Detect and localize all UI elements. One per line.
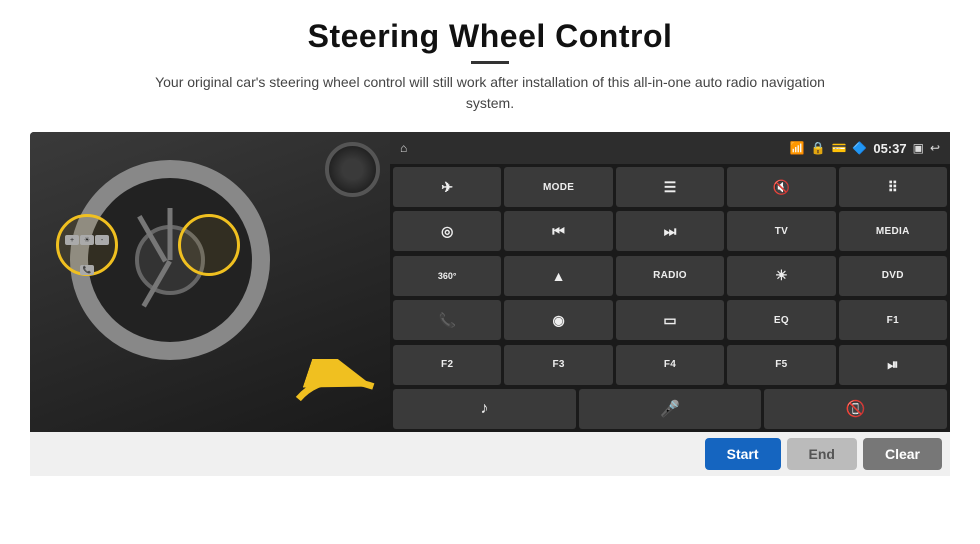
btn-f5[interactable]: F5 — [727, 345, 835, 385]
btn-media[interactable]: MEDIA — [839, 211, 947, 251]
btn-tv[interactable]: TV — [727, 211, 835, 251]
steering-wheel-image: + ☀ - 📞 — [30, 132, 390, 432]
wifi-icon: 📶 — [790, 141, 805, 155]
content-row: + ☀ - 📞 — [30, 132, 950, 432]
wheel-btn-3: - — [95, 235, 109, 245]
btn-f1[interactable]: F1 — [839, 300, 947, 340]
gauge-area — [300, 142, 380, 202]
button-grid: ✈ MODE ☰ 🔇 ⠿ ◎ ⏮ ⏭ TV MEDIA 360° ▲ RADIO… — [390, 164, 950, 389]
wheel-btn-4: 📞 — [80, 265, 94, 275]
start-button[interactable]: Start — [705, 438, 781, 470]
time-display: 05:37 — [873, 141, 906, 156]
back-icon: ↩ — [930, 141, 940, 155]
page-wrapper: Steering Wheel Control Your original car… — [0, 0, 980, 544]
wheel-btn-1: + — [65, 235, 79, 245]
btn-eject[interactable]: ▲ — [504, 256, 612, 296]
wheel-btn-2: ☀ — [80, 235, 94, 245]
btn-f2[interactable]: F2 — [393, 345, 501, 385]
button-panel: ⌂ 📶 🔒 💳 🔷 05:37 ▣ ↩ ✈ MODE ☰ 🔇 — [390, 132, 950, 432]
spoke-1 — [168, 208, 173, 260]
btn-playpause[interactable]: ⏯ — [839, 345, 947, 385]
bottom-bar: Start End Clear — [30, 432, 950, 476]
btn-nav[interactable]: ✈ — [393, 167, 501, 207]
wheel-buttons-left: + ☀ - 📞 — [58, 226, 116, 284]
arrow-svg — [290, 359, 390, 414]
music-row: ♪ 🎤 📵 — [390, 389, 950, 432]
btn-prev[interactable]: ⏮ — [504, 211, 612, 251]
btn-mode[interactable]: MODE — [504, 167, 612, 207]
btn-apps[interactable]: ⠿ — [839, 167, 947, 207]
status-bar: ⌂ 📶 🔒 💳 🔷 05:37 ▣ ↩ — [390, 132, 950, 164]
btn-call-end[interactable]: 📵 — [764, 389, 947, 429]
title-divider — [471, 61, 509, 64]
btn-f4[interactable]: F4 — [616, 345, 724, 385]
lock-icon: 🔒 — [810, 141, 825, 155]
btn-f3[interactable]: F3 — [504, 345, 612, 385]
end-button[interactable]: End — [787, 438, 857, 470]
btn-music[interactable]: ♪ — [393, 389, 576, 429]
windows-icon: ▣ — [913, 141, 924, 155]
btn-mute[interactable]: 🔇 — [727, 167, 835, 207]
btn-phone[interactable]: 📞 — [393, 300, 501, 340]
btn-next[interactable]: ⏭ — [616, 211, 724, 251]
btn-mic[interactable]: 🎤 — [579, 389, 762, 429]
btn-eq[interactable]: EQ — [727, 300, 835, 340]
title-section: Steering Wheel Control Your original car… — [140, 18, 840, 114]
yellow-arrow — [290, 359, 390, 414]
btn-list[interactable]: ☰ — [616, 167, 724, 207]
clear-button[interactable]: Clear — [863, 438, 942, 470]
btn-brightness[interactable]: ☀ — [727, 256, 835, 296]
btn-360[interactable]: 360° — [393, 256, 501, 296]
dashboard-bg: + ☀ - 📞 — [30, 132, 390, 432]
btn-gps[interactable]: ◉ — [504, 300, 612, 340]
highlight-circle-right — [178, 214, 240, 276]
btn-radio[interactable]: RADIO — [616, 256, 724, 296]
btn-dvd[interactable]: DVD — [839, 256, 947, 296]
gauge-circle — [325, 142, 380, 197]
status-left: ⌂ — [400, 141, 407, 155]
page-title: Steering Wheel Control — [140, 18, 840, 55]
sd-icon: 💳 — [831, 141, 846, 155]
btn-settings[interactable]: ◎ — [393, 211, 501, 251]
home-icon: ⌂ — [400, 141, 407, 155]
bluetooth-icon: 🔷 — [852, 141, 867, 155]
btn-screen[interactable]: ▭ — [616, 300, 724, 340]
page-subtitle: Your original car's steering wheel contr… — [140, 72, 840, 114]
status-right: 📶 🔒 💳 🔷 05:37 ▣ ↩ — [790, 141, 940, 156]
